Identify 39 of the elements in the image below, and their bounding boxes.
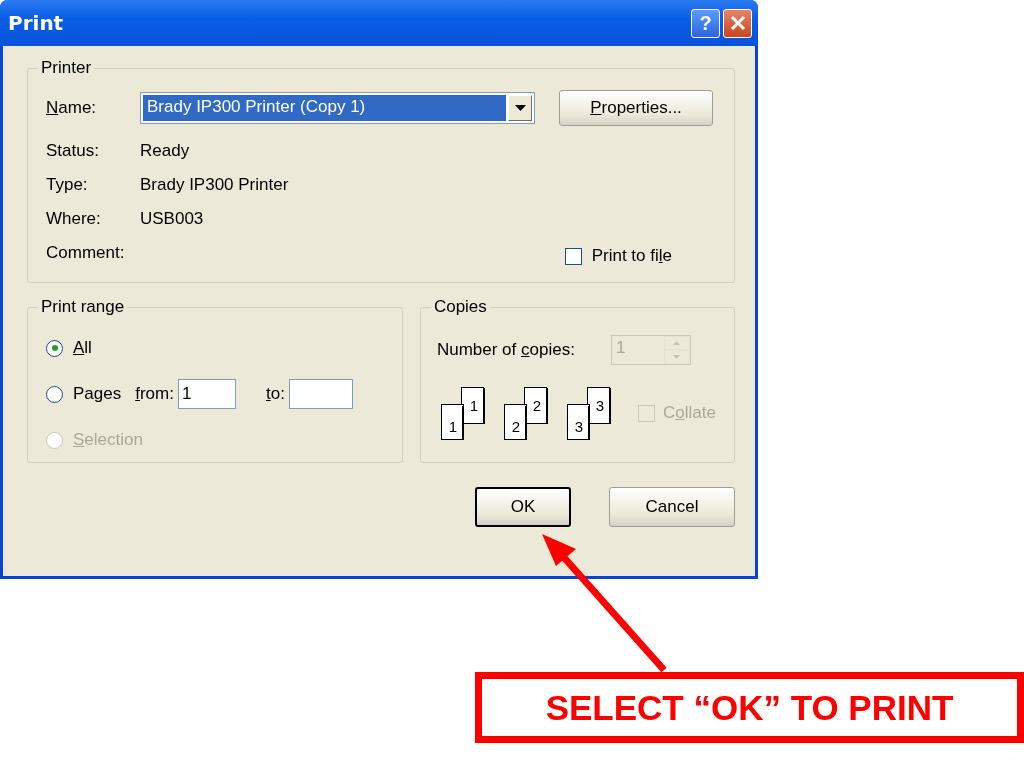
page-stack-icon [503, 387, 548, 440]
field-label: to: [265, 384, 285, 404]
radio-label[interactable]: All [73, 338, 92, 358]
page-number: 3 [574, 418, 584, 435]
page-number: 2 [511, 418, 521, 435]
group-title: Copies [432, 297, 488, 317]
page-number: 1 [448, 418, 458, 435]
group-title: Print range [40, 297, 126, 317]
dialog-button[interactable]: Cancel [609, 487, 735, 527]
radio-button[interactable] [46, 385, 63, 403]
checkbox[interactable] [564, 247, 582, 265]
field-value: Brady IP300 Printer [140, 175, 289, 195]
field-label: Where: [46, 209, 102, 229]
page-number: 1 [469, 397, 479, 414]
page-number: 2 [532, 397, 542, 414]
radio-label[interactable]: Pages [73, 384, 122, 404]
field-label: Name: [46, 98, 98, 118]
field-label: from: [135, 384, 174, 404]
printer-dropdown[interactable]: Brady IP300 Printer (Copy 1) [140, 92, 535, 124]
field-label: Number of copies: [436, 340, 575, 360]
field-value: Ready [140, 141, 190, 161]
callout-text: SELECT “OK” TO PRINT [545, 687, 954, 728]
to-field[interactable] [288, 379, 353, 409]
dialog-button[interactable]: OK [475, 487, 571, 527]
window-title: Print [8, 11, 64, 35]
page-number: 3 [595, 397, 605, 414]
group-title: Printer [40, 58, 93, 78]
field-value: USB003 [140, 209, 204, 229]
properties-button[interactable]: Properties... [559, 90, 713, 126]
page-stack-icon [566, 387, 611, 440]
field-label: Status: [46, 141, 100, 161]
close-button[interactable] [723, 8, 752, 38]
radio-button[interactable] [46, 339, 63, 357]
page-stack-icon [440, 387, 485, 440]
close-icon[interactable] [729, 15, 746, 31]
from-field[interactable]: 1 [177, 379, 236, 409]
field-label: Type: [46, 175, 89, 195]
checkbox-label[interactable]: Print to file [591, 246, 672, 266]
field-label: Comment: [46, 243, 126, 263]
